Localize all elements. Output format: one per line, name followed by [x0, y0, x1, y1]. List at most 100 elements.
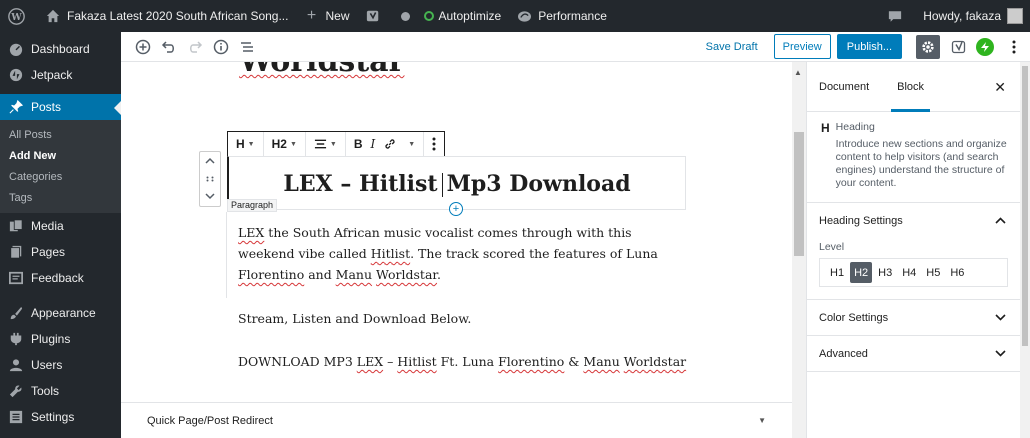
media-icon: [8, 218, 24, 234]
home-icon: [44, 7, 62, 25]
sidebar-item-label: Feedback: [31, 271, 84, 285]
save-draft-button[interactable]: Save Draft: [706, 41, 758, 53]
lightning-icon: [981, 41, 989, 52]
meta-box-title: Quick Page/Post Redirect: [147, 414, 273, 427]
submenu-all-posts[interactable]: All Posts: [0, 125, 121, 146]
advanced-toggle[interactable]: Advanced: [807, 336, 1020, 372]
move-down-button[interactable]: [205, 192, 215, 203]
sidebar-item-tools[interactable]: Tools: [0, 378, 121, 404]
undo-button[interactable]: [157, 35, 181, 59]
align-dropdown[interactable]: ▼: [310, 138, 341, 150]
sidebar-item-posts[interactable]: Posts: [0, 94, 121, 120]
plus-icon: +: [306, 7, 317, 24]
sidebar-item-appearance[interactable]: Appearance: [0, 300, 121, 326]
sidebar-item-label: Appearance: [31, 306, 96, 320]
sidebar-item-plugins[interactable]: Plugins: [0, 326, 121, 352]
jetpack-button[interactable]: [976, 37, 994, 56]
settings-scrollbar-thumb[interactable]: [1022, 66, 1028, 346]
sidebar-item-pages[interactable]: Pages: [0, 239, 121, 265]
chevron-down-icon: [995, 346, 1006, 360]
sidebar-item-label: Jetpack: [31, 68, 73, 82]
yoast-seo-button[interactable]: [948, 36, 970, 58]
sidebar-item-users[interactable]: Users: [0, 352, 121, 378]
heading-settings-toggle[interactable]: Heading Settings: [807, 203, 1020, 239]
feedback-icon: [8, 270, 24, 286]
posts-submenu: All Posts Add New Categories Tags: [0, 120, 121, 213]
settings-sidebar: Document Block ✕ H Heading Introduce new…: [806, 62, 1020, 438]
info-icon: [213, 39, 229, 54]
block-more-options-button[interactable]: [428, 137, 440, 151]
level-h3-button[interactable]: H3: [874, 262, 896, 283]
close-sidebar-button[interactable]: ✕: [994, 79, 1006, 96]
admin-sidebar: Dashboard Jetpack Posts All Posts Add Ne…: [0, 32, 121, 438]
block-breadcrumb-label: Paragraph: [227, 199, 278, 212]
my-account-link[interactable]: Howdy, fakaza: [916, 0, 1030, 32]
sidebar-item-dashboard[interactable]: Dashboard: [0, 36, 121, 62]
close-icon: ✕: [994, 79, 1006, 95]
level-h1-button[interactable]: H1: [826, 262, 848, 283]
site-name-link[interactable]: Fakaza Latest 2020 South African Song...: [37, 0, 295, 32]
italic-button[interactable]: I: [367, 137, 380, 151]
sidebar-item-media[interactable]: Media: [0, 213, 121, 239]
notifications-link[interactable]: [879, 0, 916, 32]
add-block-button[interactable]: [131, 35, 155, 59]
editor-scrollbar[interactable]: ▲: [792, 62, 806, 438]
paragraph-block[interactable]: LEX the South African music vocalist com…: [238, 222, 688, 285]
submenu-add-new[interactable]: Add New: [0, 146, 121, 167]
submenu-categories[interactable]: Categories: [0, 167, 121, 188]
inline-inserter-button[interactable]: +: [449, 202, 463, 216]
level-h2-button[interactable]: H2: [850, 262, 873, 283]
sidebar-item-jetpack[interactable]: Jetpack: [0, 62, 121, 88]
sidebar-item-label: Posts: [31, 100, 62, 114]
autoptimize-link[interactable]: Autoptimize: [417, 0, 509, 32]
plus-circle-icon: [135, 39, 151, 54]
link-button[interactable]: [379, 137, 401, 151]
new-label: New: [325, 9, 350, 23]
status-dot-icon: [400, 11, 410, 21]
more-options-button[interactable]: [1008, 40, 1020, 54]
align-center-icon: [314, 139, 326, 149]
submenu-tags[interactable]: Tags: [0, 188, 121, 209]
meta-box-quick-redirect[interactable]: Quick Page/Post Redirect ▼: [121, 402, 792, 438]
preview-button[interactable]: Preview: [773, 34, 831, 59]
sidebar-item-label: Dashboard: [31, 42, 90, 56]
tab-block[interactable]: Block: [891, 62, 930, 112]
scroll-up-arrow-icon[interactable]: ▲: [794, 68, 802, 77]
level-h6-button[interactable]: H6: [946, 262, 968, 283]
block-type-switcher[interactable]: H ▼: [232, 137, 259, 151]
drag-handle[interactable]: [206, 174, 214, 185]
level-h4-button[interactable]: H4: [898, 262, 920, 283]
publish-button[interactable]: Publish...: [836, 34, 902, 59]
move-up-button[interactable]: [205, 156, 215, 167]
heading-level-dropdown[interactable]: H2 ▼: [268, 137, 301, 151]
performance-icon: [515, 7, 533, 25]
settings-toggle-button[interactable]: [916, 34, 940, 59]
sidebar-item-settings[interactable]: Settings: [0, 404, 121, 430]
paragraph-block[interactable]: DOWNLOAD MP3 LEX – Hitlist Ft. Luna Flor…: [238, 351, 686, 372]
drag-handle-icon: [206, 176, 214, 181]
tab-document[interactable]: Document: [819, 62, 869, 112]
level-h5-button[interactable]: H5: [922, 262, 944, 283]
settings-scrollbar[interactable]: [1020, 62, 1030, 438]
performance-link[interactable]: Performance: [508, 0, 614, 32]
new-content-link[interactable]: + New: [295, 0, 356, 32]
color-settings-toggle[interactable]: Color Settings: [807, 300, 1020, 336]
wordpress-logo-button[interactable]: W: [0, 0, 37, 32]
redo-button[interactable]: [183, 35, 207, 59]
block-navigation-button[interactable]: [235, 35, 259, 59]
heading-text[interactable]: LEX – Hitlist Mp3 Download: [229, 171, 685, 197]
more-rich-text-dropdown[interactable]: ▼: [401, 141, 419, 148]
sidebar-item-feedback[interactable]: Feedback: [0, 265, 121, 291]
yoast-admin-link[interactable]: [357, 0, 394, 32]
sidebar-item-label: Media: [31, 219, 64, 233]
bold-button[interactable]: B: [350, 137, 367, 151]
status-dot[interactable]: [394, 0, 417, 32]
paragraph-block[interactable]: Stream, Listen and Download Below.: [238, 308, 471, 329]
link-icon: [385, 139, 395, 149]
vertical-ellipsis-icon: [1012, 40, 1016, 53]
editor-header: Save Draft Preview Publish...: [121, 32, 1030, 62]
content-info-button[interactable]: [209, 35, 233, 59]
caret-down-icon[interactable]: ▼: [758, 416, 766, 425]
chevron-up-icon: [995, 213, 1006, 227]
scrollbar-thumb[interactable]: [794, 132, 804, 256]
